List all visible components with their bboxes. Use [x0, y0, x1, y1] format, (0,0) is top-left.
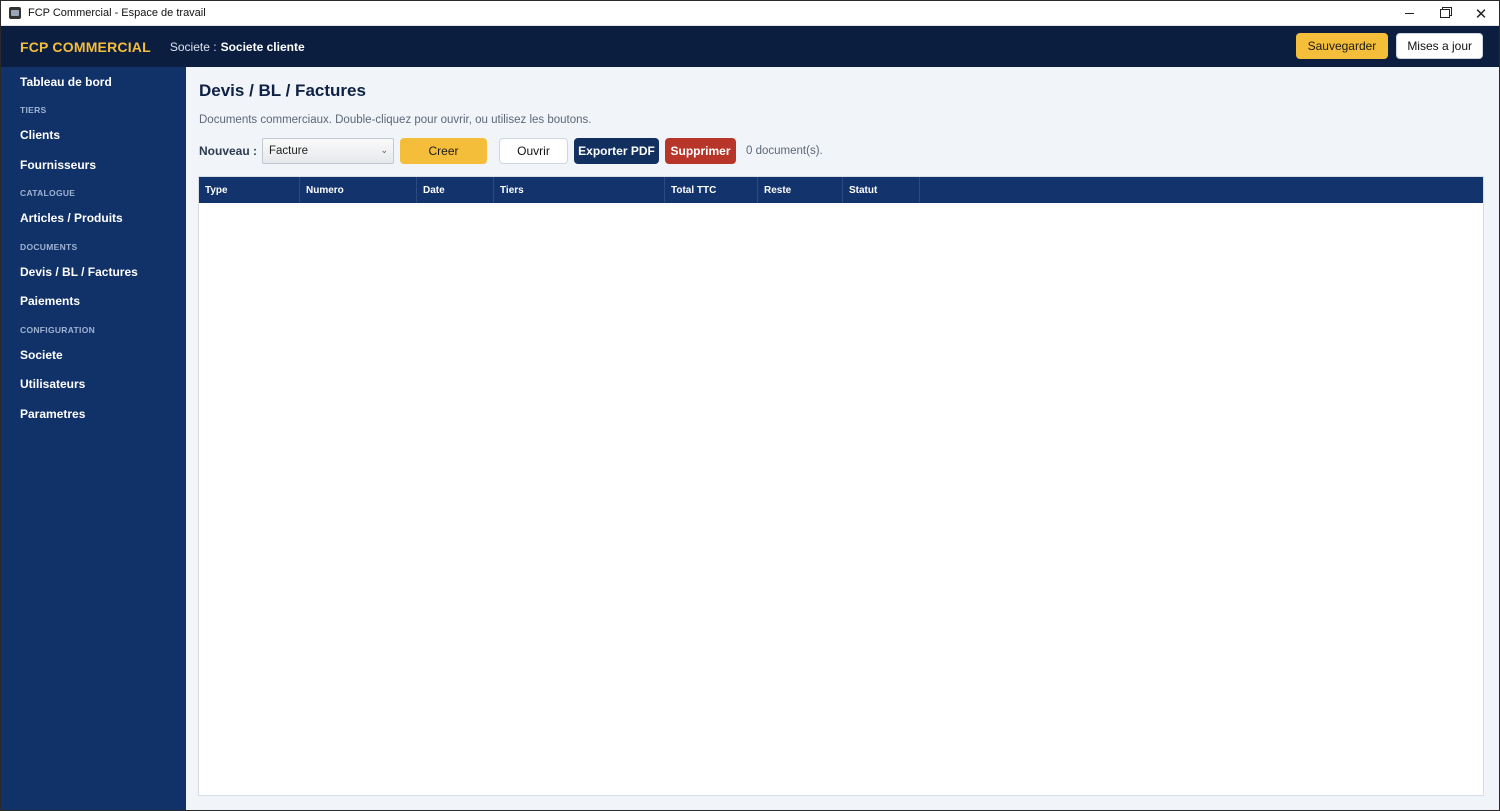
column-header-total[interactable]: Total TTC — [665, 177, 758, 203]
sidebar-item-articles[interactable]: Articles / Produits — [1, 204, 186, 234]
document-type-value: Facture — [269, 144, 309, 157]
sidebar: Tableau de bord TIERS Clients Fournisseu… — [1, 67, 186, 810]
export-pdf-button[interactable]: Exporter PDF — [574, 137, 660, 164]
delete-button[interactable]: Supprimer — [665, 137, 737, 164]
header-actions: Sauvegarder Mises a jour — [1295, 33, 1483, 59]
company-name: Societe cliente — [220, 39, 305, 54]
brand-logo-text: FCP COMMERCIAL — [20, 38, 151, 55]
sidebar-item-payments[interactable]: Paiements — [1, 287, 186, 317]
table-header: Type Numero Date Tiers Total TTC Reste S… — [199, 177, 1483, 203]
sidebar-item-suppliers[interactable]: Fournisseurs — [1, 151, 186, 181]
os-title-bar: FCP Commercial - Espace de travail ✕ — [1, 1, 1499, 26]
sidebar-item-users[interactable]: Utilisateurs — [1, 370, 186, 400]
window-title: FCP Commercial - Espace de travail — [28, 7, 206, 19]
sidebar-item-dashboard[interactable]: Tableau de bord — [1, 67, 186, 97]
open-button[interactable]: Ouvrir — [499, 137, 569, 164]
column-header-type[interactable]: Type — [199, 177, 300, 203]
sidebar-section-tiers: TIERS — [20, 105, 47, 115]
sidebar-item-clients[interactable]: Clients — [1, 121, 186, 151]
company-label: Societe : — [169, 39, 217, 54]
column-header-tiers[interactable]: Tiers — [494, 177, 665, 203]
updates-button[interactable]: Mises a jour — [1396, 33, 1483, 59]
minimize-button[interactable] — [1391, 1, 1427, 26]
documents-toolbar: Nouveau : Facture ⌄ Creer Ouvrir Exporte… — [199, 137, 823, 164]
page-title: Devis / BL / Factures — [199, 81, 366, 100]
column-header-status[interactable]: Statut — [843, 177, 920, 203]
close-button[interactable]: ✕ — [1463, 1, 1499, 26]
documents-table[interactable]: Type Numero Date Tiers Total TTC Reste S… — [198, 176, 1484, 796]
save-button[interactable]: Sauvegarder — [1295, 33, 1389, 59]
main-content: Devis / BL / Factures Documents commerci… — [186, 67, 1499, 810]
sidebar-item-company[interactable]: Societe — [1, 341, 186, 371]
app-window-icon — [9, 7, 21, 19]
create-button[interactable]: Creer — [400, 137, 488, 164]
document-count: 0 document(s). — [746, 144, 823, 157]
document-type-select[interactable]: Facture ⌄ — [262, 137, 395, 164]
new-document-label: Nouveau : — [199, 143, 258, 158]
sidebar-section-documents: DOCUMENTS — [20, 241, 78, 252]
sidebar-section-configuration: CONFIGURATION — [20, 324, 96, 335]
sidebar-item-settings[interactable]: Parametres — [1, 400, 186, 430]
sidebar-item-documents[interactable]: Devis / BL / Factures — [1, 258, 186, 288]
column-header-date[interactable]: Date — [417, 177, 494, 203]
app-header: FCP COMMERCIAL Societe : Societe cliente… — [1, 26, 1499, 67]
page-description: Documents commerciaux. Double-cliquez po… — [199, 114, 592, 126]
column-header-remaining[interactable]: Reste — [758, 177, 843, 203]
column-header-number[interactable]: Numero — [300, 177, 417, 203]
app-window: FCP Commercial - Espace de travail ✕ FCP… — [0, 0, 1500, 811]
chevron-down-icon: ⌄ — [380, 144, 389, 155]
sidebar-section-catalogue: CATALOGUE — [20, 188, 76, 198]
window-controls: ✕ — [1391, 1, 1499, 26]
maximize-button[interactable] — [1427, 1, 1463, 26]
